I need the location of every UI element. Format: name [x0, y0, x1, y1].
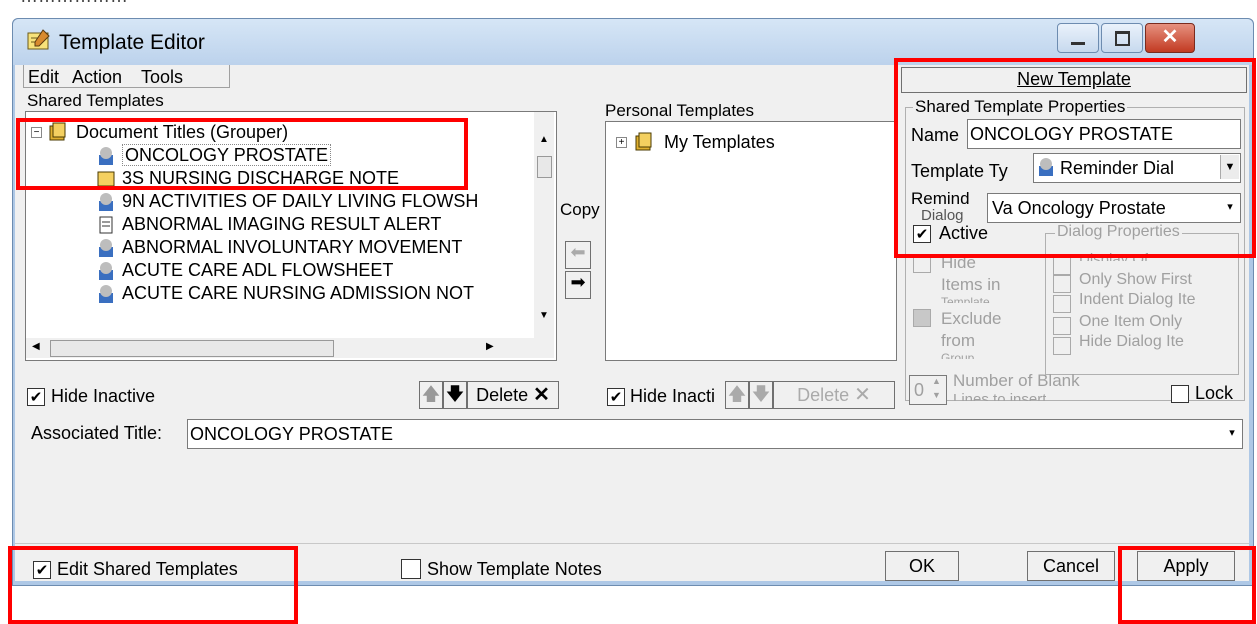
only-show-first-checkbox[interactable] — [1053, 275, 1071, 293]
show-template-notes-checkbox[interactable] — [401, 559, 421, 579]
close-button[interactable]: ✕ — [1145, 23, 1195, 53]
spin-up-icon[interactable]: ▲ — [932, 376, 941, 386]
text-template-icon — [96, 215, 116, 235]
shared-templates-label: Shared Templates — [27, 91, 164, 110]
menu-bar: Edit Action Tools — [23, 65, 230, 88]
scroll-thumb[interactable] — [537, 156, 552, 178]
delete-label: Delete — [797, 385, 850, 405]
tree-item-label: ABNORMAL INVOLUNTARY MOVEMENT — [122, 237, 463, 257]
indent-dialog-label: Indent Dialog Ite — [1079, 291, 1196, 308]
only-show-first-label: Only Show First — [1079, 271, 1192, 288]
tree-item-label: ACUTE CARE NURSING ADMISSION NOT — [122, 283, 475, 303]
personal-move-up-button[interactable]: 🡅 — [725, 381, 749, 409]
blank-lines-label-2: Lines to insert — [953, 391, 1047, 401]
personal-templates-tree[interactable]: + My Templates — [605, 121, 897, 361]
notes-area — [15, 453, 1249, 544]
menu-action[interactable]: Action — [72, 67, 122, 88]
hide-inactive-label: Hide Inactive — [51, 386, 156, 406]
exclude-label-1: Exclude — [941, 309, 1002, 328]
personal-move-down-button[interactable]: 🡇 — [749, 381, 773, 409]
tree-item[interactable]: ABNORMAL INVOLUNTARY MOVEMENT — [96, 237, 462, 261]
hide-items-label-3: Template — [941, 295, 990, 303]
blank-lines-value: 0 — [914, 380, 925, 400]
menu-edit[interactable]: Edit — [28, 67, 59, 88]
reminder-dialog-icon — [96, 261, 116, 281]
personal-templates-label: Personal Templates — [605, 101, 754, 120]
scroll-left-icon[interactable]: ◀ — [32, 341, 40, 352]
show-template-notes-label: Show Template Notes — [427, 559, 602, 579]
close-icon: ✕ — [1161, 26, 1179, 48]
hide-inactive-checkbox[interactable]: ✔ — [27, 388, 45, 406]
window-title: Template Editor — [59, 31, 205, 54]
personal-hide-inactive-label: Hide Inacti — [630, 386, 716, 406]
copy-right-button[interactable]: ➡ — [565, 271, 591, 299]
tree-node-label: My Templates — [664, 132, 775, 152]
personal-hide-inactive-checkbox[interactable]: ✔ — [607, 388, 625, 406]
display-only-checkbox[interactable] — [1053, 257, 1071, 275]
cancel-button[interactable]: Cancel — [1027, 551, 1115, 581]
associated-title-select[interactable]: ONCOLOGY PROSTATE ▾ — [187, 419, 1243, 449]
one-item-only-checkbox[interactable] — [1053, 317, 1071, 335]
personal-delete-button[interactable]: Delete ✕ — [773, 381, 895, 409]
copy-left-button[interactable]: ⬅ — [565, 241, 591, 269]
delete-label: Delete — [476, 385, 529, 405]
highlight-box-edit-shared — [8, 546, 298, 624]
tree-item-label: 9N ACTIVITIES OF DAILY LIVING FLOWSH — [122, 191, 479, 211]
scroll-up-icon[interactable]: ▲ — [539, 134, 549, 145]
associated-title-label: Associated Title: — [31, 423, 163, 443]
delete-icon: ✕ — [533, 384, 550, 406]
menu-tools[interactable]: Tools — [141, 67, 183, 88]
vertical-scrollbar[interactable]: ▲ ▼ — [534, 112, 554, 338]
notepad-icon — [25, 28, 51, 52]
blank-lines-spinner[interactable]: 0 ▲ ▼ — [909, 375, 947, 405]
move-up-button[interactable]: 🡅 — [419, 381, 443, 409]
hide-dialog-checkbox[interactable] — [1053, 337, 1071, 355]
exclude-label-2: from — [941, 331, 975, 350]
blank-lines-label-1: Number of Blank — [953, 371, 1080, 390]
cropped-caption: ……………… — [20, 0, 620, 6]
scroll-thumb[interactable] — [50, 340, 334, 357]
move-down-button[interactable]: 🡇 — [443, 381, 467, 409]
tree-item[interactable]: ABNORMAL IMAGING RESULT ALERT — [96, 214, 441, 238]
folder-icon — [634, 132, 654, 152]
tree-item-label: ABNORMAL IMAGING RESULT ALERT — [122, 214, 442, 234]
lock-label: Lock — [1195, 383, 1234, 403]
restore-icon — [1115, 31, 1130, 46]
reminder-dialog-icon — [96, 284, 116, 304]
reminder-dialog-icon — [96, 238, 116, 258]
reminder-dialog-icon — [96, 192, 116, 212]
ok-label: OK — [908, 556, 935, 576]
exclude-checkbox[interactable] — [913, 309, 931, 327]
indent-dialog-checkbox[interactable] — [1053, 295, 1071, 313]
scroll-right-icon[interactable]: ▶ — [486, 341, 494, 352]
highlight-box-properties — [894, 58, 1256, 258]
exclude-label-3: Group — [941, 351, 975, 359]
spin-down-icon[interactable]: ▼ — [932, 390, 941, 400]
tree-item[interactable]: 9N ACTIVITIES OF DAILY LIVING FLOWSH — [96, 191, 478, 215]
expand-icon: + — [616, 137, 627, 148]
ok-button[interactable]: OK — [885, 551, 959, 581]
tree-item-label: ACUTE CARE ADL FLOWSHEET — [122, 260, 394, 280]
tree-item[interactable]: ACUTE CARE ADL FLOWSHEET — [96, 260, 393, 284]
scroll-down-icon[interactable]: ▼ — [539, 310, 549, 321]
delete-button[interactable]: Delete ✕ — [467, 381, 559, 409]
hide-items-label-2: Items in — [941, 275, 1001, 294]
delete-icon: ✕ — [854, 384, 871, 406]
highlight-box-shared-tree — [16, 118, 468, 190]
lock-checkbox[interactable] — [1171, 385, 1189, 403]
one-item-only-label: One Item Only — [1079, 313, 1183, 330]
dropdown-arrow-icon[interactable]: ▾ — [1223, 421, 1241, 445]
maximize-button[interactable] — [1101, 23, 1143, 53]
horizontal-scrollbar[interactable]: ◀ ▶ — [26, 338, 554, 358]
minimize-icon — [1071, 42, 1085, 45]
cancel-label: Cancel — [1042, 556, 1100, 576]
associated-title-value: ONCOLOGY PROSTATE — [190, 424, 394, 444]
tree-item[interactable]: ACUTE CARE NURSING ADMISSION NOT — [96, 283, 474, 307]
highlight-box-apply — [1118, 546, 1256, 624]
copy-label: Copy — [560, 200, 600, 219]
minimize-button[interactable] — [1057, 23, 1099, 53]
hide-dialog-label: Hide Dialog Ite — [1079, 333, 1184, 350]
